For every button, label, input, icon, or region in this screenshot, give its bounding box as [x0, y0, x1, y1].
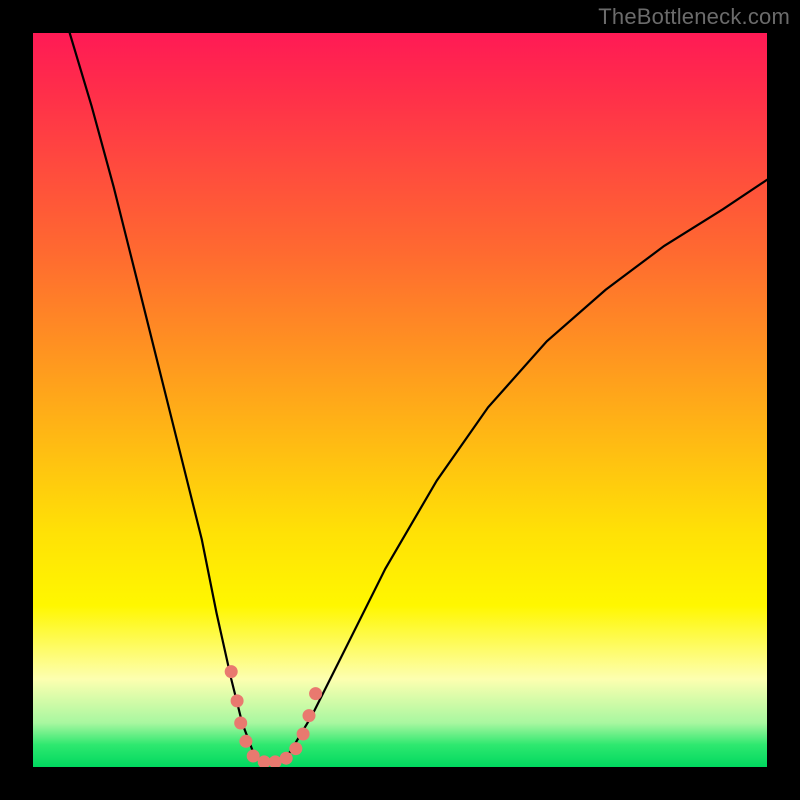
marker-dot [247, 750, 260, 763]
marker-dots [225, 665, 322, 767]
marker-dot [234, 717, 247, 730]
chart-svg [33, 33, 767, 767]
plot-area [33, 33, 767, 767]
marker-dot [225, 665, 238, 678]
marker-dot [289, 742, 302, 755]
marker-dot [269, 755, 282, 767]
marker-dot [231, 694, 244, 707]
marker-dot [309, 687, 322, 700]
marker-dot [280, 752, 293, 765]
curve-path [70, 33, 767, 763]
marker-dot [297, 728, 310, 741]
chart-frame: TheBottleneck.com [0, 0, 800, 800]
bottleneck-curve [70, 33, 767, 763]
marker-dot [239, 735, 252, 748]
watermark-text: TheBottleneck.com [598, 4, 790, 30]
marker-dot [303, 709, 316, 722]
